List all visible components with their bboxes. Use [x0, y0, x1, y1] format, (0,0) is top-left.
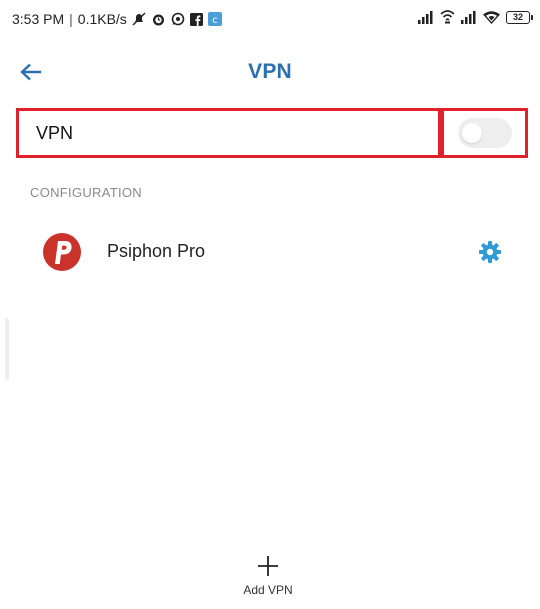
status-separator: | — [69, 11, 73, 27]
vpn-settings-screen: 3:53 PM | 0.1KB/s c 32 VPN VPN CONFIGURA… — [0, 0, 540, 609]
add-vpn-button[interactable]: Add VPN — [228, 555, 308, 605]
vpn-toggle-row[interactable]: VPN — [16, 108, 528, 158]
psiphon-logo-icon — [43, 233, 81, 271]
vpn-toggle-highlight — [441, 108, 528, 158]
whatsapp-icon — [171, 12, 185, 26]
back-arrow-icon — [20, 63, 41, 81]
scroll-indicator — [5, 318, 9, 380]
gear-icon — [479, 241, 501, 263]
status-bar: 3:53 PM | 0.1KB/s c 32 — [0, 0, 540, 38]
plus-icon — [258, 556, 278, 576]
list-item-psiphon-pro[interactable]: Psiphon Pro — [0, 226, 540, 278]
app-header: VPN — [0, 50, 540, 94]
status-left: 3:53 PM | 0.1KB/s c — [12, 11, 222, 27]
add-vpn-label: Add VPN — [243, 583, 293, 597]
signal-icon — [418, 10, 434, 24]
app-notification-icon: c — [207, 12, 222, 26]
config-settings-button[interactable] — [476, 238, 504, 266]
signal-icon — [461, 10, 477, 24]
alarm-icon — [151, 12, 166, 27]
vpn-toggle-label: VPN — [16, 108, 441, 158]
vpn-toggle-switch[interactable] — [457, 118, 512, 148]
toggle-knob — [461, 123, 482, 143]
status-right: 32 — [418, 10, 533, 24]
status-time: 3:53 PM — [12, 11, 65, 27]
back-button[interactable] — [16, 58, 46, 86]
configuration-section-title: CONFIGURATION — [30, 185, 142, 200]
hotspot-icon — [440, 10, 455, 24]
wifi-icon — [483, 10, 500, 24]
svg-text:c: c — [212, 15, 218, 26]
page-title: VPN — [248, 60, 292, 83]
battery-icon: 32 — [506, 10, 533, 24]
network-speed: 0.1KB/s — [77, 11, 127, 27]
facebook-icon — [189, 12, 203, 26]
config-name: Psiphon Pro — [107, 241, 206, 261]
mute-icon — [132, 12, 146, 26]
